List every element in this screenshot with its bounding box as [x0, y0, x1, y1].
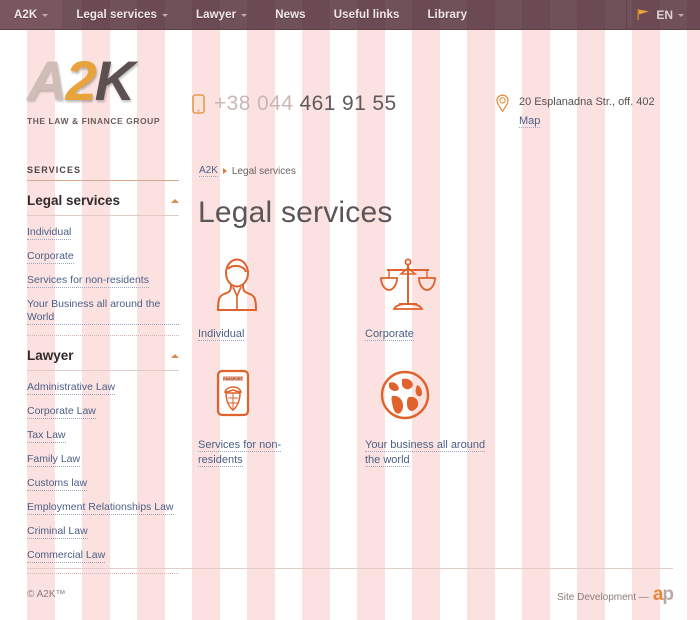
service-tiles: Individual Corporate PASSPORT Services f…	[198, 253, 688, 490]
sidebar-group-header[interactable]: Lawyer	[27, 336, 179, 371]
breadcrumb-home[interactable]: A2K	[199, 165, 218, 177]
sidebar-item-corporate[interactable]: Corporate	[27, 250, 74, 264]
person-bust-icon	[216, 258, 258, 311]
tile-label-text: Services for non-residents	[198, 439, 282, 467]
logo-letter-2: 2	[65, 49, 96, 112]
logo-letter-a: A	[27, 49, 67, 112]
breadcrumb-current: Legal services	[231, 165, 296, 177]
map-pin-icon	[496, 94, 509, 113]
sidebar-group-legal-services: Legal services Individual Corporate Serv…	[27, 181, 179, 336]
copyright-text: © A2K™	[27, 589, 66, 600]
tile-label-text: Individual	[198, 328, 245, 341]
site-development-credit[interactable]: Site Development — ap	[557, 584, 674, 605]
sitedev-logo-letter-p: p	[662, 584, 674, 605]
tile-label[interactable]: Services for non-residents	[198, 438, 320, 468]
sitedev-logo: ap	[652, 584, 674, 605]
map-link[interactable]: Map	[519, 115, 541, 128]
sidebar-links: Administrative Law Corporate Law Tax Law…	[27, 371, 179, 563]
sidebar-item-employment-relationships-law[interactable]: Employment Relationships Law	[27, 501, 174, 515]
sidebar-item-family-law[interactable]: Family Law	[27, 453, 81, 467]
tile-corporate[interactable]: Corporate	[365, 253, 532, 342]
sidebar-caption: SERVICES	[27, 165, 179, 181]
site-development-label: Site Development —	[557, 592, 649, 603]
sidebar-group-lawyer: Lawyer Administrative Law Corporate Law …	[27, 336, 179, 574]
collapse-arrow-icon[interactable]	[171, 198, 179, 203]
chevron-down-icon	[162, 14, 168, 17]
site-footer: © A2K™ Site Development — ap	[27, 568, 674, 620]
nav-item-label: A2K	[14, 8, 38, 21]
sidebar-item-services-for-non-residents[interactable]: Services for non-residents	[27, 274, 149, 288]
tile-icon-wrap	[198, 253, 365, 315]
sidebar: SERVICES Legal services Individual Corpo…	[27, 155, 192, 574]
sidebar-group-title: Legal services	[27, 193, 121, 208]
scales-of-justice-icon	[380, 258, 436, 310]
chevron-down-icon	[678, 14, 684, 17]
language-label: EN	[656, 7, 673, 22]
nav-item-legal-services[interactable]: Legal services	[62, 0, 182, 29]
nav-item-label: Library	[427, 8, 468, 21]
site-header: A2K THE LAW & FINANCE GROUP +38 044 461 …	[0, 30, 700, 155]
passport-icon: PASSPORT	[216, 369, 250, 417]
nav-items: A2K Legal services Lawyer News Useful li…	[0, 0, 481, 29]
sidebar-group-header[interactable]: Legal services	[27, 181, 179, 216]
tile-icon-wrap: PASSPORT	[198, 364, 365, 426]
tile-icon-wrap	[365, 364, 532, 426]
header-address: 20 Esplanadna Str., off. 402 Map	[495, 94, 655, 129]
sidebar-item-tax-law[interactable]: Tax Law	[27, 429, 66, 443]
nav-item-news[interactable]: News	[261, 0, 319, 29]
logo-letter-k: K	[94, 49, 135, 112]
sidebar-item-your-business-all-around-the-world[interactable]: Your Business all around the World	[27, 298, 179, 325]
nav-item-library[interactable]: Library	[413, 0, 481, 29]
sidebar-group-title: Lawyer	[27, 348, 74, 363]
main-content: A2K Legal services Legal services Indivi…	[192, 155, 700, 574]
chevron-down-icon	[241, 14, 248, 17]
mobile-phone-icon	[192, 94, 205, 114]
page-title: Legal services	[198, 196, 393, 229]
tile-individual[interactable]: Individual	[198, 253, 365, 342]
phone-prefix: +38 044	[214, 92, 294, 115]
tile-label-text: Your business all around the world	[365, 439, 486, 467]
sitedev-logo-letter-a: a	[652, 584, 664, 605]
sidebar-item-administrative-law[interactable]: Administrative Law	[27, 381, 116, 395]
phone-main: 461 91 55	[293, 92, 397, 115]
nav-item-lawyer[interactable]: Lawyer	[182, 0, 261, 29]
arrow-right-icon	[222, 168, 227, 174]
site-logo[interactable]: A2K THE LAW & FINANCE GROUP	[27, 50, 177, 127]
chevron-down-icon	[42, 14, 49, 17]
phone-number: +38 044 461 91 55	[214, 92, 397, 116]
tile-label-text: Corporate	[365, 328, 414, 341]
logo-tagline: THE LAW & FINANCE GROUP	[27, 116, 161, 126]
page-body: SERVICES Legal services Individual Corpo…	[0, 155, 700, 574]
tile-icon-wrap	[365, 253, 532, 315]
sidebar-item-individual[interactable]: Individual	[27, 226, 72, 240]
sidebar-links: Individual Corporate Services for non-re…	[27, 216, 179, 325]
nav-item-useful-links[interactable]: Useful links	[320, 0, 414, 29]
flag-icon	[637, 9, 650, 20]
nav-item-a2k[interactable]: A2K	[0, 0, 63, 29]
page-root: A2K Legal services Lawyer News Useful li…	[0, 0, 700, 620]
sidebar-item-criminal-law[interactable]: Criminal Law	[27, 525, 88, 539]
nav-item-label: Useful links	[333, 8, 400, 21]
breadcrumb: A2K Legal services	[192, 155, 700, 177]
header-phone: +38 044 461 91 55	[192, 92, 397, 116]
nav-item-label: Legal services	[76, 8, 157, 21]
nav-item-label: News	[275, 8, 306, 21]
logo-wordmark: A2K	[27, 50, 177, 112]
tile-label[interactable]: Corporate	[365, 327, 487, 342]
globe-icon	[380, 370, 430, 420]
language-switcher[interactable]: EN	[626, 0, 700, 29]
tile-services-for-non-residents[interactable]: PASSPORT Services for non-residents	[198, 364, 365, 468]
tile-label[interactable]: Individual	[198, 327, 320, 342]
address-line: 20 Esplanadna Str., off. 402	[519, 96, 655, 108]
nav-item-label: Lawyer	[196, 8, 237, 21]
sidebar-item-corporate-law[interactable]: Corporate Law	[27, 405, 96, 419]
tile-label[interactable]: Your business all around the world	[365, 438, 487, 468]
sidebar-item-commercial-law[interactable]: Commercial Law	[27, 549, 106, 563]
collapse-arrow-icon[interactable]	[171, 353, 179, 358]
top-navigation-bar: A2K Legal services Lawyer News Useful li…	[0, 0, 700, 30]
svg-text:PASSPORT: PASSPORT	[223, 377, 243, 381]
sidebar-item-customs-law[interactable]: Customs law	[27, 477, 88, 491]
tile-your-business-all-around-the-world[interactable]: Your business all around the world	[365, 364, 532, 468]
